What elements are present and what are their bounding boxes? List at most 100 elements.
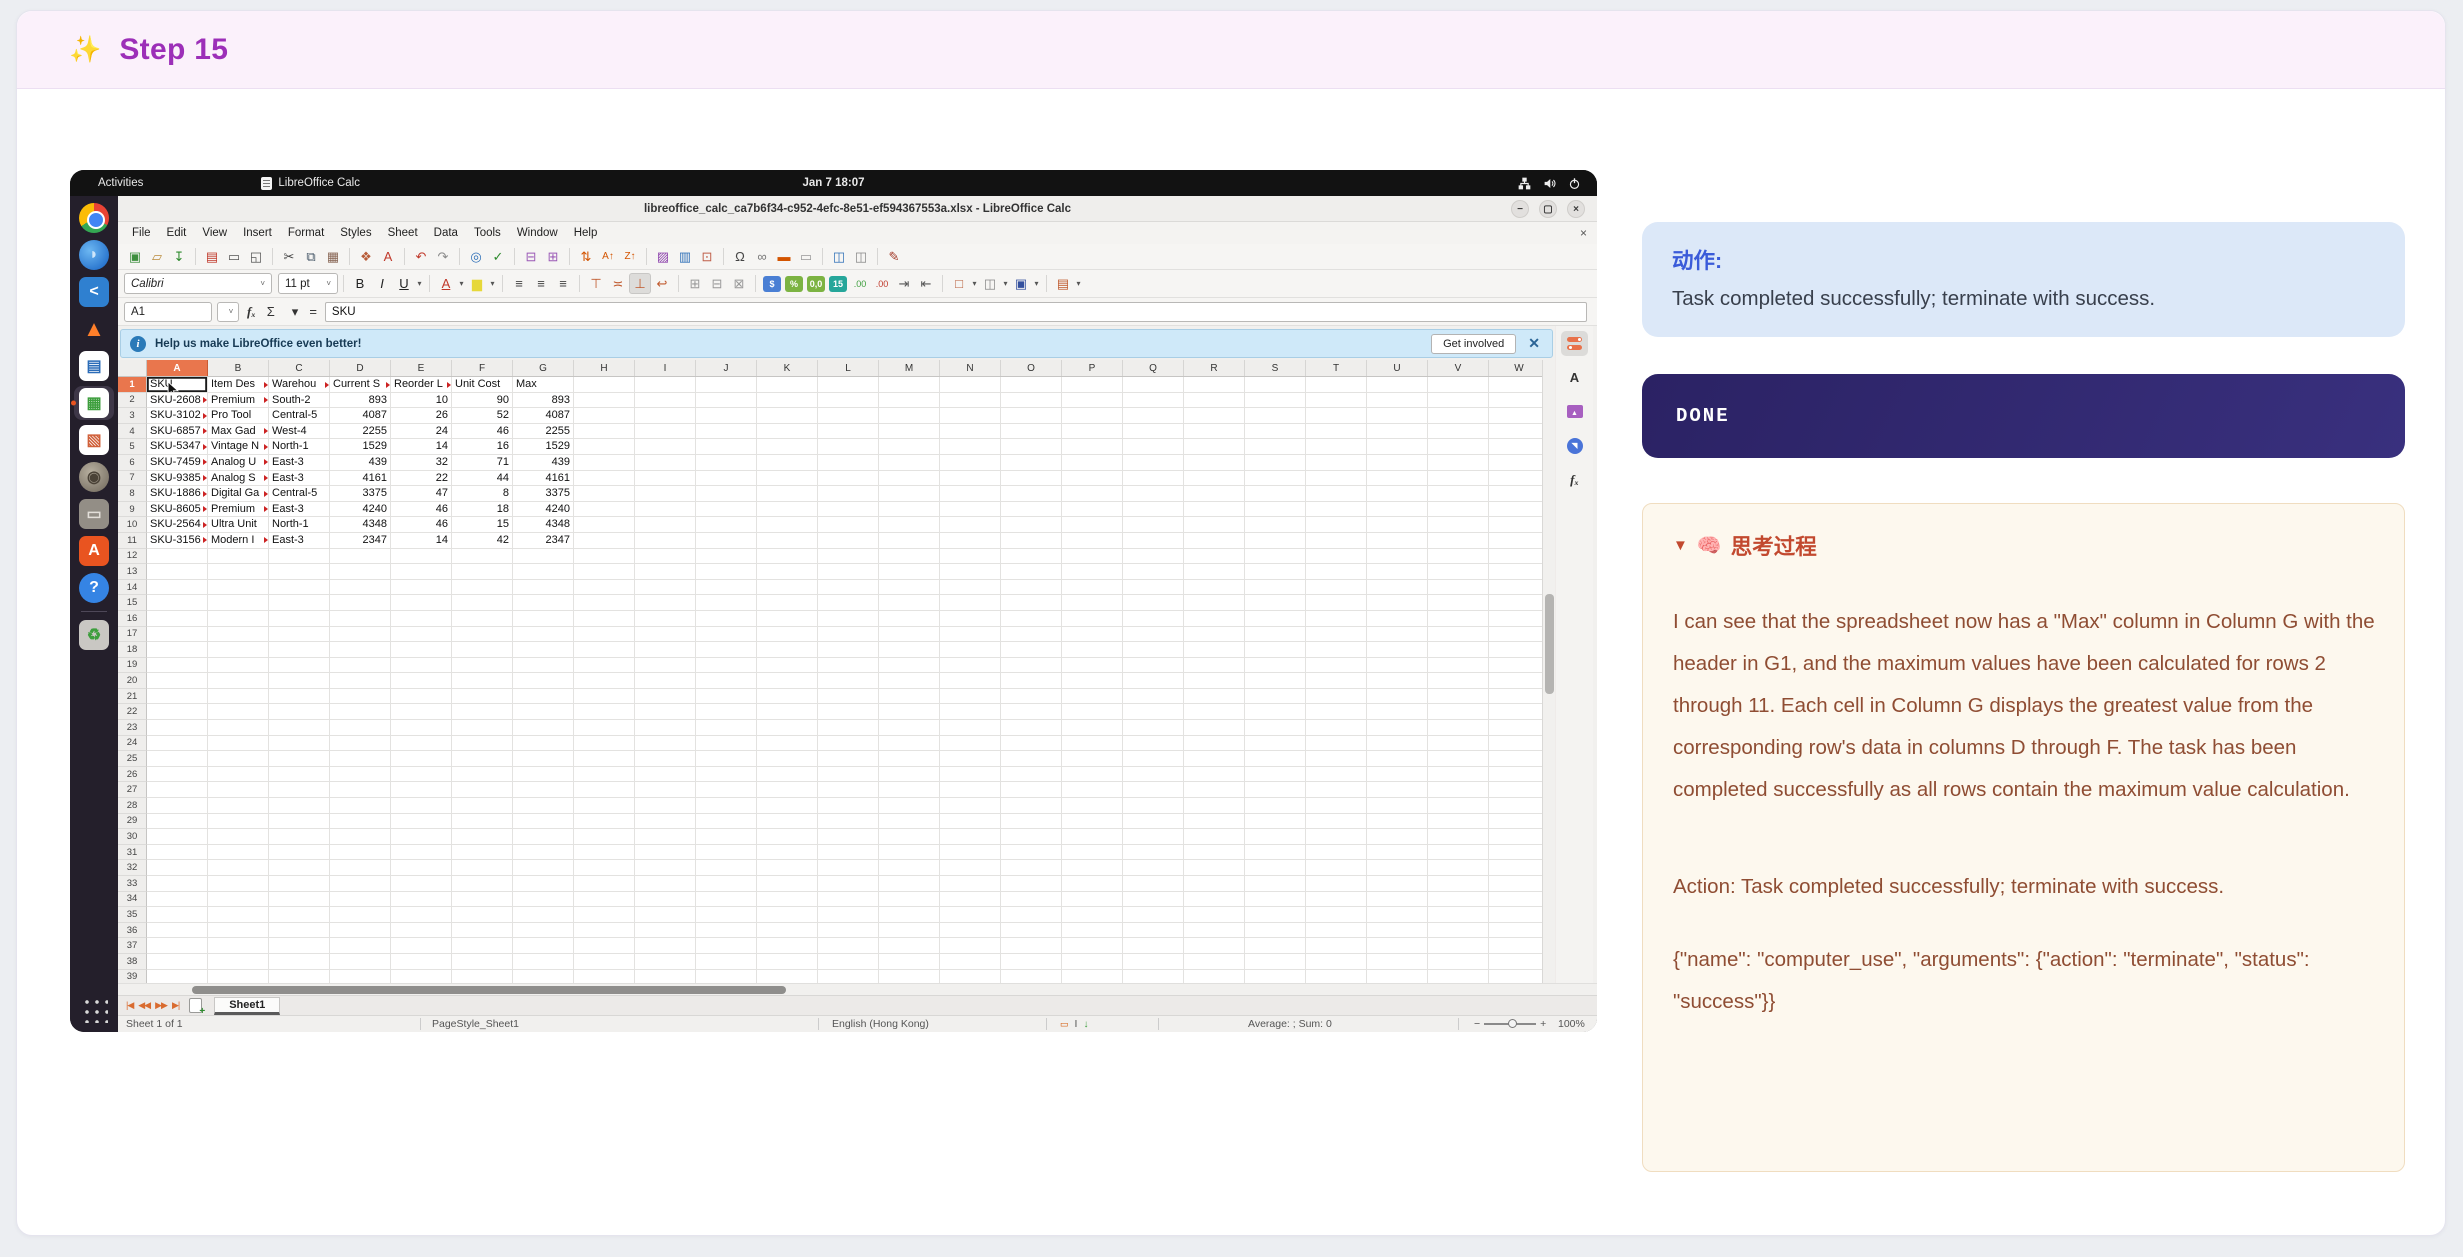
cell-H17[interactable]	[574, 627, 635, 643]
cell-G10[interactable]: 4348	[513, 517, 574, 533]
show-draw-functions-icon[interactable]: ✎	[883, 246, 905, 267]
cell-R17[interactable]	[1184, 627, 1245, 643]
row-header-33[interactable]: 33	[118, 876, 147, 892]
cell-V31[interactable]	[1428, 845, 1489, 861]
cell-V16[interactable]	[1428, 611, 1489, 627]
sidebar-functions-icon[interactable]: fₓ	[1561, 467, 1588, 492]
cell-R33[interactable]	[1184, 876, 1245, 892]
cell-U1[interactable]	[1367, 377, 1428, 393]
cell-Q38[interactable]	[1123, 954, 1184, 970]
cell-W34[interactable]	[1489, 892, 1542, 908]
cell-H21[interactable]	[574, 689, 635, 705]
cell-M12[interactable]	[879, 549, 940, 565]
cell-V29[interactable]	[1428, 814, 1489, 830]
row-header-6[interactable]: 6	[118, 455, 147, 471]
cell-K34[interactable]	[757, 892, 818, 908]
row-header-5[interactable]: 5	[118, 439, 147, 455]
cell-H24[interactable]	[574, 736, 635, 752]
cell-N31[interactable]	[940, 845, 1001, 861]
border-color-icon[interactable]: ▣	[1010, 273, 1032, 294]
column-header-U[interactable]: U	[1367, 360, 1428, 376]
row-header-3[interactable]: 3	[118, 408, 147, 424]
cell-L1[interactable]	[818, 377, 879, 393]
cell-A16[interactable]	[147, 611, 208, 627]
cell-D15[interactable]	[330, 595, 391, 611]
cell-P6[interactable]	[1062, 455, 1123, 471]
cell-J38[interactable]	[696, 954, 757, 970]
cell-J16[interactable]	[696, 611, 757, 627]
cell-G28[interactable]	[513, 798, 574, 814]
cell-P18[interactable]	[1062, 642, 1123, 658]
signature-icon[interactable]: ↓	[1083, 1019, 1088, 1030]
cell-C32[interactable]	[269, 860, 330, 876]
collapse-caret-icon[interactable]: ▼	[1673, 537, 1688, 554]
insert-column-icon[interactable]: ⊞	[542, 246, 564, 267]
cell-F27[interactable]	[452, 782, 513, 798]
cell-D19[interactable]	[330, 658, 391, 674]
find-replace-icon[interactable]: ◎	[465, 246, 487, 267]
cell-V23[interactable]	[1428, 720, 1489, 736]
cell-M34[interactable]	[879, 892, 940, 908]
cell-K5[interactable]	[757, 439, 818, 455]
row-header-13[interactable]: 13	[118, 564, 147, 580]
cell-O25[interactable]	[1001, 751, 1062, 767]
close-button[interactable]: ×	[1567, 200, 1585, 218]
cell-B6[interactable]: Analog U	[208, 455, 269, 471]
cell-U17[interactable]	[1367, 627, 1428, 643]
merge-and-center-icon[interactable]: ⊞	[684, 273, 706, 294]
cell-R20[interactable]	[1184, 673, 1245, 689]
column-header-A[interactable]: A	[147, 360, 208, 376]
cell-I21[interactable]	[635, 689, 696, 705]
cell-E20[interactable]	[391, 673, 452, 689]
cell-F16[interactable]	[452, 611, 513, 627]
cell-T24[interactable]	[1306, 736, 1367, 752]
cell-H7[interactable]	[574, 471, 635, 487]
cell-I29[interactable]	[635, 814, 696, 830]
cell-P13[interactable]	[1062, 564, 1123, 580]
cell-V22[interactable]	[1428, 704, 1489, 720]
cell-W30[interactable]	[1489, 829, 1542, 845]
cell-J31[interactable]	[696, 845, 757, 861]
align-center-icon[interactable]: ≡	[530, 273, 552, 294]
cell-W36[interactable]	[1489, 923, 1542, 939]
cell-B4[interactable]: Max Gad	[208, 424, 269, 440]
cell-E14[interactable]	[391, 580, 452, 596]
cell-E22[interactable]	[391, 704, 452, 720]
cell-S10[interactable]	[1245, 517, 1306, 533]
cell-I19[interactable]	[635, 658, 696, 674]
cell-S34[interactable]	[1245, 892, 1306, 908]
cell-U13[interactable]	[1367, 564, 1428, 580]
cell-I16[interactable]	[635, 611, 696, 627]
cell-N33[interactable]	[940, 876, 1001, 892]
cell-W37[interactable]	[1489, 938, 1542, 954]
cell-G39[interactable]	[513, 970, 574, 983]
cell-R23[interactable]	[1184, 720, 1245, 736]
cell-L25[interactable]	[818, 751, 879, 767]
cell-T5[interactable]	[1306, 439, 1367, 455]
cell-H34[interactable]	[574, 892, 635, 908]
cell-M36[interactable]	[879, 923, 940, 939]
cell-W12[interactable]	[1489, 549, 1542, 565]
cell-U8[interactable]	[1367, 486, 1428, 502]
cell-Q13[interactable]	[1123, 564, 1184, 580]
cell-W33[interactable]	[1489, 876, 1542, 892]
cell-V21[interactable]	[1428, 689, 1489, 705]
cell-B31[interactable]	[208, 845, 269, 861]
cell-R1[interactable]	[1184, 377, 1245, 393]
cell-L28[interactable]	[818, 798, 879, 814]
cell-F6[interactable]: 71	[452, 455, 513, 471]
cell-T35[interactable]	[1306, 907, 1367, 923]
cell-K39[interactable]	[757, 970, 818, 983]
cell-E28[interactable]	[391, 798, 452, 814]
paste-icon[interactable]: ▦	[322, 246, 344, 267]
cell-W18[interactable]	[1489, 642, 1542, 658]
cell-T9[interactable]	[1306, 502, 1367, 518]
cell-S27[interactable]	[1245, 782, 1306, 798]
first-sheet-icon[interactable]: |◀	[126, 1000, 133, 1011]
cell-U26[interactable]	[1367, 767, 1428, 783]
cell-A21[interactable]	[147, 689, 208, 705]
add-sheet-icon[interactable]	[189, 998, 202, 1013]
cell-T15[interactable]	[1306, 595, 1367, 611]
system-tray[interactable]	[1518, 177, 1581, 190]
cell-P36[interactable]	[1062, 923, 1123, 939]
